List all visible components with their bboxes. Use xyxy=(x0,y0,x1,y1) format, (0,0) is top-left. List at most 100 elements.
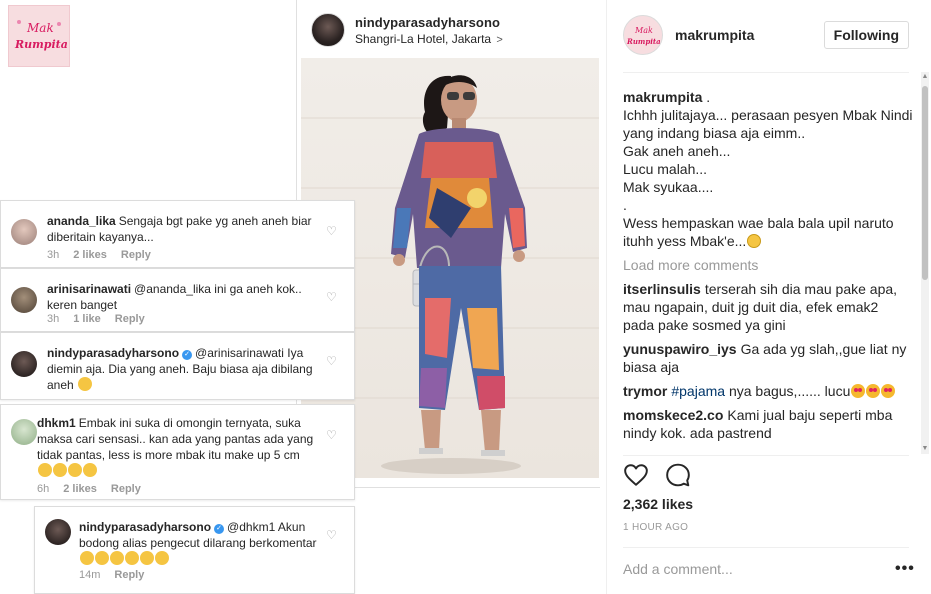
list-item: trymor #pajama nya bagus,...... lucu xyxy=(623,382,913,400)
makrumpita-logo: Mak Rumpita xyxy=(8,5,70,67)
comment-body: Embak ini suka di omongin ternyata, suka… xyxy=(37,416,314,462)
comment-time: 3h xyxy=(47,249,60,261)
add-comment-input[interactable] xyxy=(623,561,863,577)
logo-text-bottom: Rumpita xyxy=(14,38,67,51)
comment-time: 3h xyxy=(47,313,60,325)
chevron-right-icon: > xyxy=(496,33,503,46)
scrollbar-thumb[interactable] xyxy=(922,86,928,280)
comment-username: nindyparasadyharsono xyxy=(79,520,212,534)
post-username[interactable]: makrumpita xyxy=(675,27,754,43)
comment-reply: Reply xyxy=(110,483,141,495)
embedded-post-location: Shangri-La Hotel, Jakarta > xyxy=(355,32,503,46)
post-actions xyxy=(623,462,691,488)
svg-text:Mak: Mak xyxy=(634,26,653,35)
comment-username[interactable]: yunuspawiro_iys xyxy=(623,341,737,357)
heart-icon[interactable] xyxy=(623,462,649,488)
comment-screenshot-2: arinisarinawati @ananda_lika ini ga aneh … xyxy=(0,268,355,332)
comment-username[interactable]: trymor xyxy=(623,383,667,399)
location-text: Shangri-La Hotel, Jakarta xyxy=(355,31,492,46)
hashtag-link[interactable]: #pajama xyxy=(671,383,725,399)
list-item: itserlinsulis terserah sih dia mau pake a… xyxy=(623,280,913,334)
comment-screenshot-3: nindyparasadyharsono ✓ @arinisarinawati Iy… xyxy=(0,332,355,400)
header-divider xyxy=(623,72,909,73)
laughing-emoji-icon xyxy=(68,463,82,477)
comment-input-divider xyxy=(623,547,909,548)
avatar[interactable]: Mak Rumpita xyxy=(623,15,663,55)
embedded-post-username: nindyparasadyharsono xyxy=(355,14,501,30)
comments-scrollbar[interactable]: ▲ ▼ xyxy=(921,72,929,454)
heart-eyes-emoji-icon xyxy=(851,384,866,398)
list-item: yunuspawiro_iys Ga ada yg slah,,gue liat … xyxy=(623,340,913,376)
following-button[interactable]: Following xyxy=(823,21,909,49)
caption-username[interactable]: makrumpita xyxy=(623,89,702,105)
avatar xyxy=(11,287,37,313)
grin-emoji-icon xyxy=(747,234,762,248)
post-image: Mak Rumpita nindyparasadyharsono Shangri… xyxy=(0,0,600,594)
list-item: momskece2.co Kami jual baju seperti mba n… xyxy=(623,406,913,442)
comment-screenshot-1: ananda_lika Sengaja bgt pake yg aneh aneh… xyxy=(0,200,355,268)
comment-likes: 1 like xyxy=(73,313,101,325)
comment-text: nindyparasadyharsono ✓ @dhkm1 Akun bodong … xyxy=(79,519,318,567)
caption-line: . xyxy=(623,197,627,213)
post-sidebar: Mak Rumpita makrumpita Following makrump… xyxy=(606,0,931,594)
caption: makrumpita . Ichhh julitajaya... perasaa… xyxy=(623,88,913,250)
sad-emoji-icon xyxy=(140,551,154,565)
verified-badge-icon: ✓ xyxy=(214,524,225,534)
sad-emoji-icon xyxy=(95,551,109,565)
likes-count[interactable]: 2,362 likes xyxy=(623,496,693,512)
verified-badge-icon: ✓ xyxy=(182,350,193,360)
heart-eyes-emoji-icon xyxy=(866,384,881,398)
comment-username: arinisarinawati xyxy=(47,282,132,296)
caption-line: Wess hempaskan wae bala bala upil naruto… xyxy=(623,214,913,250)
comment-body: nya bagus,...... lucu xyxy=(725,383,851,399)
comments-list[interactable]: makrumpita . Ichhh julitajaya... perasaa… xyxy=(623,88,913,453)
comment-username: ananda_lika xyxy=(47,214,116,228)
comment-text: nindyparasadyharsono ✓ @arinisarinawati Iy… xyxy=(47,345,318,393)
heart-icon: ♡ xyxy=(326,354,337,368)
more-options-icon[interactable]: ••• xyxy=(895,560,915,578)
comment-time: 14m xyxy=(79,569,101,581)
caption-username-suffix: . xyxy=(702,89,711,105)
sad-emoji-icon xyxy=(125,551,139,565)
comment-time: 6h xyxy=(37,483,50,495)
comment-likes: 2 likes xyxy=(63,483,97,495)
logo-text-top: Mak xyxy=(26,21,54,35)
comment-text: arinisarinawati @ananda_lika ini ga aneh … xyxy=(47,281,318,313)
avatar xyxy=(11,351,37,377)
sad-emoji-icon xyxy=(80,551,94,565)
comment-reply: Reply xyxy=(120,249,151,261)
comment-text: dhkm1 Embak ini suka di omongin ternyata,… xyxy=(37,415,318,479)
comment-text: ananda_lika Sengaja bgt pake yg aneh aneh… xyxy=(47,213,318,245)
comment-reply: Reply xyxy=(114,313,145,325)
laughing-emoji-icon xyxy=(38,463,52,477)
comment-meta: 6h 2 likes Reply xyxy=(37,483,155,495)
comment-screenshot-5: nindyparasadyharsono ✓ @dhkm1 Akun bodong … xyxy=(34,506,355,594)
caption-line: Mak syukaa.... xyxy=(623,179,714,195)
heart-icon: ♡ xyxy=(326,428,337,442)
sad-emoji-icon xyxy=(155,551,169,565)
comment-username[interactable]: momskece2.co xyxy=(623,407,723,423)
caption-line: Ichhh julitajaya... perasaan pesyen Mbak… xyxy=(623,107,913,141)
caption-line: Lucu malah... xyxy=(623,161,708,177)
comment-screenshot-4: dhkm1 Embak ini suka di omongin ternyata,… xyxy=(0,404,355,500)
scroll-up-arrow-icon[interactable]: ▲ xyxy=(921,72,929,82)
laughing-emoji-icon xyxy=(78,377,93,391)
comment-likes: 2 likes xyxy=(73,249,107,261)
avatar xyxy=(11,219,37,245)
avatar xyxy=(311,13,345,47)
heart-icon: ♡ xyxy=(326,224,337,238)
comment-meta: 14m Reply xyxy=(79,569,158,581)
comment-reply: Reply xyxy=(114,569,145,581)
comment-meta: 3h 1 like Reply xyxy=(47,313,159,325)
comment-icon[interactable] xyxy=(665,462,691,488)
comment-username[interactable]: itserlinsulis xyxy=(623,281,701,297)
actions-divider xyxy=(623,455,909,456)
load-more-comments-link[interactable]: Load more comments xyxy=(623,256,913,274)
heart-icon: ♡ xyxy=(326,528,337,542)
post-header: Mak Rumpita makrumpita Following xyxy=(623,15,909,55)
laughing-emoji-icon xyxy=(53,463,67,477)
comment-username: dhkm1 xyxy=(37,416,76,430)
post-timestamp[interactable]: 1 HOUR AGO xyxy=(623,522,688,533)
scroll-down-arrow-icon[interactable]: ▼ xyxy=(921,444,929,454)
avatar xyxy=(45,519,71,545)
